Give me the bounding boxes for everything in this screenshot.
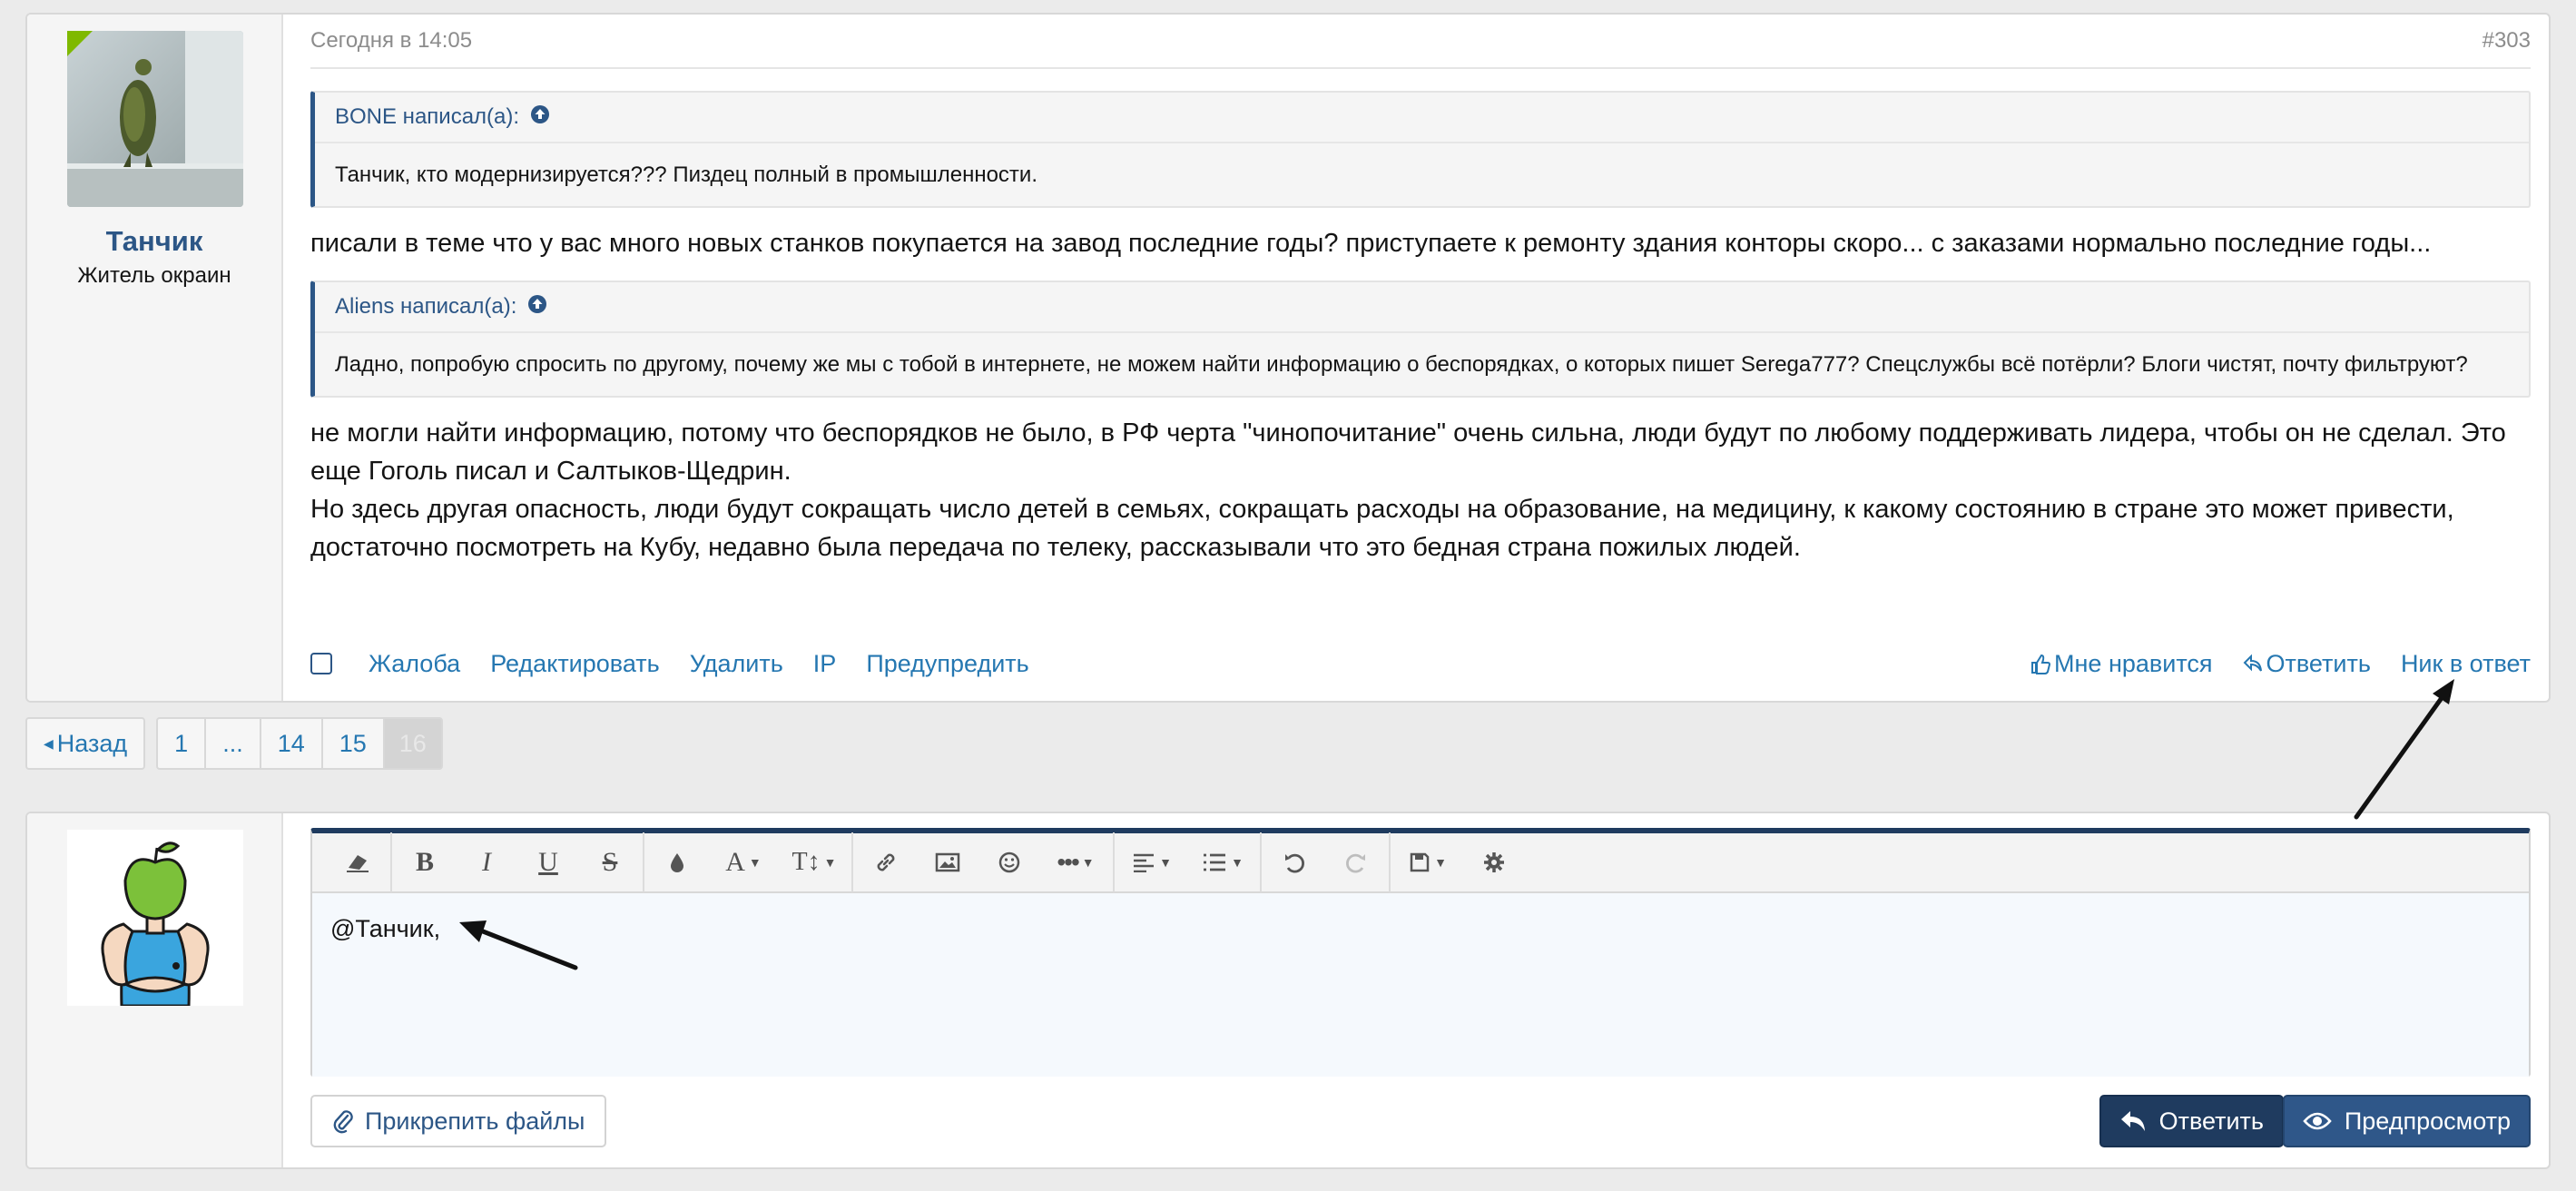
report-link[interactable]: Жалоба — [369, 650, 460, 678]
strikethrough-icon[interactable]: S — [579, 832, 641, 892]
page-14[interactable]: 14 — [259, 717, 323, 770]
like-link[interactable]: Мне нравится — [2030, 649, 2213, 678]
rich-text-editor: B I U S A ▼ T↕ ▼ ••• ▼ ▼ ▼ ▼ @Танчик, — [310, 828, 2531, 1077]
more-icon[interactable]: ••• ▼ — [1040, 832, 1111, 892]
post-actions: Жалоба Редактировать Удалить IP Предупре… — [310, 646, 2531, 681]
quote-text: Ладно, попробую спросить по другому, поч… — [335, 352, 2468, 377]
caret-left-icon: ◀ — [44, 735, 54, 751]
bold-icon[interactable]: B — [394, 832, 456, 892]
toolbar-separator — [1389, 832, 1391, 892]
attach-files-button[interactable]: Прикрепить файлы — [310, 1095, 607, 1147]
post-text: не могли найти информацию, потому что бе… — [310, 414, 2531, 566]
post-date[interactable]: Сегодня в 14:05 — [310, 28, 472, 54]
reply-icon — [2120, 1111, 2145, 1131]
eye-icon — [2303, 1112, 2332, 1130]
arrow-circle-up-icon[interactable] — [530, 104, 550, 131]
preview-button[interactable]: Предпросмотр — [2282, 1095, 2531, 1147]
list-icon[interactable]: ▼ — [1187, 832, 1258, 892]
annotation-arrow-nick — [2354, 679, 2454, 820]
quote-author[interactable]: BONE написал(а): — [335, 104, 519, 130]
undo-icon[interactable] — [1263, 832, 1325, 892]
editor-toolbar: B I U S A ▼ T↕ ▼ ••• ▼ ▼ ▼ ▼ — [312, 832, 2529, 893]
underline-icon[interactable]: U — [517, 832, 579, 892]
page-1[interactable]: 1 — [156, 717, 207, 770]
submit-reply-button[interactable]: Ответить — [2099, 1095, 2284, 1147]
toolbar-separator — [851, 832, 853, 892]
attach-files-label: Прикрепить файлы — [365, 1107, 585, 1135]
quote-title: BONE написал(а): — [315, 93, 2529, 143]
post-303: Танчик Житель окраин Сегодня в 14:05 #30… — [25, 13, 2551, 703]
toolbar-separator — [390, 832, 392, 892]
avatar[interactable] — [67, 830, 243, 1008]
toolbar-separator — [643, 832, 644, 892]
post-author-title: Житель окраин — [77, 263, 231, 288]
page-15[interactable]: 15 — [320, 717, 385, 770]
post-text-paragraph: Но здесь другая опасность, люди будут со… — [310, 495, 2454, 562]
post-content: Сегодня в 14:05 #303 BONE написал(а): Та… — [283, 15, 2549, 701]
align-icon[interactable]: ▼ — [1116, 832, 1187, 892]
smiley-icon[interactable] — [978, 832, 1040, 892]
arrow-circle-up-icon[interactable] — [527, 294, 547, 320]
quote-title: Aliens написал(а): — [315, 282, 2529, 333]
page-back-button[interactable]: ◀ Назад — [25, 717, 146, 770]
eraser-icon[interactable] — [327, 832, 388, 892]
post-user-panel: Танчик Житель окраин — [27, 15, 283, 701]
post-header: Сегодня в 14:05 #303 — [310, 15, 2531, 69]
like-label: Мне нравится — [2054, 649, 2213, 677]
paperclip-icon — [333, 1110, 353, 1134]
quote-author[interactable]: Aliens написал(а): — [335, 294, 516, 320]
toolbar-separator — [1113, 832, 1115, 892]
save-draft-icon[interactable]: ▼ — [1392, 832, 1463, 892]
post-text-paragraph: не могли найти информацию, потому что бе… — [310, 418, 2506, 486]
delete-link[interactable]: Удалить — [690, 650, 783, 678]
ip-link[interactable]: IP — [813, 650, 837, 678]
link-icon[interactable] — [855, 832, 917, 892]
color-icon[interactable] — [646, 832, 708, 892]
redo-icon[interactable] — [1325, 832, 1387, 892]
message-input[interactable]: @Танчик, — [312, 893, 2529, 1077]
font-family-icon[interactable]: A ▼ — [708, 832, 779, 892]
toolbar-separator — [1260, 832, 1262, 892]
annotation-arrow-editor — [459, 920, 578, 970]
font-size-icon[interactable]: T↕ ▼ — [779, 832, 850, 892]
italic-icon[interactable]: I — [456, 832, 517, 892]
warn-link[interactable]: Предупредить — [866, 650, 1028, 678]
reply-icon — [2243, 654, 2262, 672]
post-text: писали в теме что у вас много новых стан… — [310, 229, 2432, 258]
quote-block: Aliens написал(а): Ладно, попробую спрос… — [310, 281, 2531, 398]
reply-content: B I U S A ▼ T↕ ▼ ••• ▼ ▼ ▼ ▼ @Танчик, Пр… — [283, 813, 2549, 1167]
post-number[interactable]: #303 — [2483, 28, 2531, 54]
image-icon[interactable] — [917, 832, 978, 892]
page-back-label: Назад — [56, 729, 128, 757]
page-numbers: 1 ... 14 15 16 — [156, 717, 443, 770]
settings-icon[interactable] — [1463, 832, 1525, 892]
edit-link[interactable]: Редактировать — [490, 650, 660, 678]
page-16-current: 16 — [382, 717, 443, 770]
quote-text: Танчик, кто модернизируется??? Пиздец по… — [335, 162, 1037, 187]
page-ellipsis[interactable]: ... — [204, 717, 261, 770]
select-post-checkbox[interactable] — [310, 653, 332, 674]
online-indicator — [67, 31, 93, 56]
avatar[interactable] — [67, 31, 243, 207]
preview-label: Предпросмотр — [2344, 1107, 2511, 1135]
quick-reply-form: B I U S A ▼ T↕ ▼ ••• ▼ ▼ ▼ ▼ @Танчик, Пр… — [25, 812, 2551, 1169]
post-author-name[interactable]: Танчик — [27, 225, 281, 258]
quote-block: BONE написал(а): Танчик, кто модернизиру… — [310, 91, 2531, 208]
pagination: ◀ Назад 1 ... 14 15 16 — [25, 717, 443, 770]
reply-user-panel — [27, 813, 283, 1167]
thumbs-up-icon — [2031, 654, 2051, 674]
submit-reply-label: Ответить — [2158, 1107, 2264, 1135]
